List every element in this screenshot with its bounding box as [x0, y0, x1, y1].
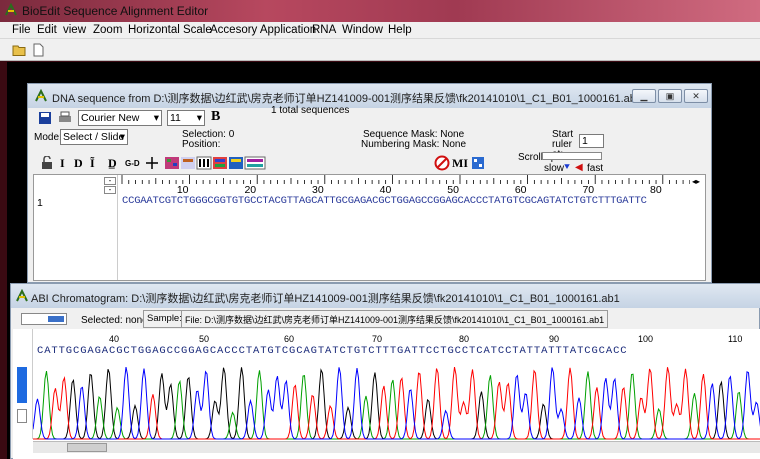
position-label: 100 — [638, 334, 654, 344]
bioedit-app-icon — [5, 3, 17, 16]
menu-help[interactable]: Help — [388, 24, 412, 36]
bioedit-doc-icon — [16, 289, 28, 302]
delete-mode-button[interactable]: D — [74, 156, 83, 171]
menu-zoom[interactable]: Zoom — [93, 24, 122, 36]
ruler-tick-label: 80 — [650, 184, 662, 195]
open-folder-icon[interactable] — [12, 43, 26, 57]
dna-window-title: DNA sequence from D:\测序数据\边红武\房克老师订单HZ14… — [52, 93, 642, 105]
mode-value: Select / Slide — [63, 131, 125, 143]
scroll-speed-slider[interactable] — [542, 152, 602, 160]
sequence-row-number: 1 — [37, 197, 43, 209]
menu-accesory-application[interactable]: Accesory Application — [210, 24, 316, 36]
lock-icon[interactable] — [40, 156, 54, 170]
insert-gap-button[interactable]: Ĩ — [90, 156, 95, 171]
ruler-tick-label: 10 — [177, 184, 189, 195]
abi-chromatogram-window: ABI Chromatogram: D:\测序数据\边红武\房克老师订单HZ14… — [10, 283, 760, 459]
slow-label: slow — [544, 163, 565, 174]
horizontal-scrollbar[interactable] — [33, 441, 760, 453]
sequence-ruler: 10 20 30 40 50 60 70 80 — [121, 175, 690, 195]
position-label: 50 — [199, 334, 210, 344]
ruler-tick-label: 40 — [380, 184, 392, 195]
total-sequences: 1 total sequences — [271, 105, 350, 116]
speed-left-icon[interactable]: ◀ — [575, 162, 583, 173]
start-ruler-input[interactable]: 1 — [579, 134, 604, 148]
font-name-value: Courier New — [81, 112, 140, 124]
sequence-text[interactable]: CCGAATCGTCTGGGCGGTGTGCCTACGTTAGCATTGCGAG… — [122, 195, 647, 207]
mode-label: Mode: — [34, 132, 62, 143]
sequence-panel[interactable]: - - 1 10 20 30 40 50 60 70 80 ◂▸ CCGAATCGTCTGGG… — [33, 174, 706, 281]
dna-sequence-window: DNA sequence from D:\测序数据\边红武\房克老师订单HZ14… — [27, 83, 712, 283]
position-readout: Position: — [182, 139, 221, 150]
ruler-tick-label: 70 — [582, 184, 594, 195]
file-field: File: D:\测序数据\边红武\房克老师订单HZ141009-001测序结果… — [181, 310, 609, 328]
main-window: BioEdit Sequence Alignment Editor File E… — [0, 0, 760, 459]
mode-select[interactable]: Select / Slide ▾ — [60, 129, 128, 145]
abi-info-bar: Selected: none Sample: 1 File: D:\测序数据\边… — [17, 310, 609, 328]
menu-bar: File Edit view Zoom Horizontal Scale Acc… — [0, 22, 760, 39]
ruler-tick-label: 60 — [515, 184, 527, 195]
no-sign-icon[interactable] — [434, 155, 450, 171]
new-file-icon[interactable] — [31, 43, 45, 57]
position-label: 40 — [109, 334, 120, 344]
position-label: 70 — [372, 334, 383, 344]
vertical-scale-handle[interactable] — [17, 409, 27, 423]
scroll-up-button[interactable]: - — [104, 177, 116, 185]
insert-mode-button[interactable]: I — [60, 156, 65, 171]
close-button[interactable]: ✕ — [684, 89, 708, 103]
fast-label: fast — [587, 163, 604, 174]
menu-horizontal-scale[interactable]: Horizontal Scale — [128, 24, 212, 36]
expand-arrows-icon[interactable]: ◂▸ — [692, 177, 704, 187]
horizontal-scroll-thumb[interactable] — [67, 443, 107, 452]
menu-file[interactable]: File — [12, 24, 31, 36]
main-toolbar — [0, 39, 760, 61]
color-scheme-icons[interactable] — [165, 156, 267, 170]
chevron-down-icon: ▾ — [119, 131, 125, 143]
ruler-tick-label: 30 — [312, 184, 324, 195]
position-label: 110 — [728, 334, 743, 344]
mi-button[interactable]: MI — [452, 156, 468, 171]
numbering-mask: Numbering Mask: None — [361, 139, 467, 150]
menu-view[interactable]: view — [63, 24, 86, 36]
abi-window-title-bar: ABI Chromatogram: D:\测序数据\边红武\房克老师订单HZ14… — [11, 284, 760, 308]
main-title-bar: BioEdit Sequence Alignment Editor — [0, 0, 760, 22]
chromatogram-panel[interactable]: 40 50 60 70 80 90 100 110 CATTGCGAGACGCT… — [13, 329, 760, 459]
selected-readout: Selected: none — [81, 315, 148, 326]
scroll-down-button[interactable]: - — [104, 186, 116, 194]
minimize-button[interactable]: ▁ — [632, 89, 656, 103]
chromatogram-gutter — [13, 329, 33, 439]
ruler-tick-label: 50 — [447, 184, 459, 195]
chevron-down-icon: ▾ — [196, 112, 202, 124]
cursor-cross-icon[interactable] — [145, 156, 159, 170]
speed-down-icon[interactable]: ⯆ — [563, 162, 571, 173]
position-label: 60 — [284, 334, 295, 344]
chevron-down-icon: ▾ — [153, 112, 159, 124]
dna-window-title-bar: DNA sequence from D:\测序数据\边红武\房克老师订单HZ14… — [28, 84, 711, 108]
vertical-scale-slider[interactable] — [17, 367, 27, 403]
position-label: 80 — [459, 334, 470, 344]
position-label: 90 — [549, 334, 560, 344]
menu-rna[interactable]: RNA — [312, 24, 336, 36]
bioedit-doc-icon — [35, 89, 47, 102]
save-icon[interactable] — [38, 111, 52, 125]
menu-window[interactable]: Window — [342, 24, 383, 36]
restore-button[interactable]: ▣ — [658, 89, 682, 103]
abi-window-title: ABI Chromatogram: D:\测序数据\边红武\房克老师订单HZ14… — [31, 293, 620, 305]
zoom-slider[interactable] — [21, 313, 67, 325]
menu-edit[interactable]: Edit — [37, 24, 57, 36]
print-icon[interactable] — [58, 111, 72, 125]
basecall-sequence: CATTGCGAGACGCTGGAGCCGGAGCACCCTATGTCGCAGT… — [37, 345, 628, 357]
main-title: BioEdit Sequence Alignment Editor — [22, 4, 209, 18]
chromatogram-traces — [33, 367, 760, 440]
bold-button[interactable]: B — [211, 109, 220, 125]
sequence-name-panel: - - 1 — [34, 175, 118, 280]
delete-gap-button[interactable]: D̲ — [108, 156, 117, 171]
matrix-icon[interactable] — [471, 156, 485, 170]
font-name-select[interactable]: Courier New ▾ — [78, 110, 162, 126]
ruler-tick-label: 20 — [244, 184, 256, 195]
trace-T — [33, 367, 760, 440]
gap-delete-button[interactable]: G-D — [125, 159, 140, 168]
font-size-value: 11 — [170, 112, 181, 124]
font-size-select[interactable]: 11 ▾ — [167, 110, 205, 126]
